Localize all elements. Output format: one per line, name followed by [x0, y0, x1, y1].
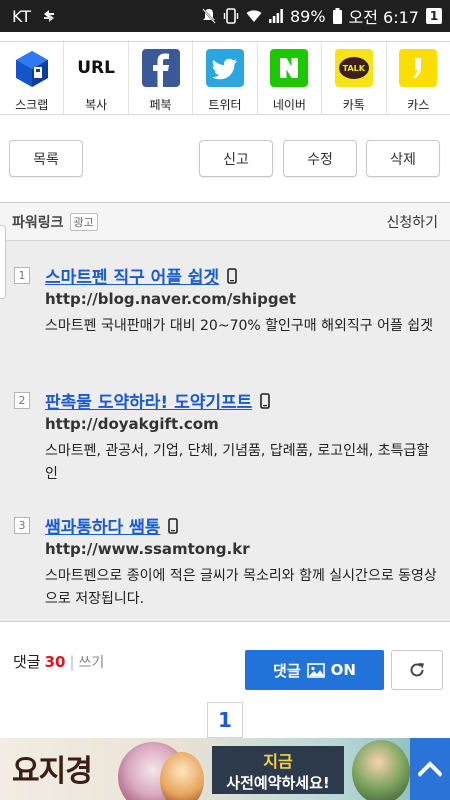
- sync-icon: [41, 8, 57, 24]
- mobile-icon: [227, 267, 237, 284]
- ad-title-link[interactable]: 스마트펜 직구 어플 쉽겟: [45, 263, 237, 288]
- report-button[interactable]: 신고: [199, 140, 273, 177]
- kakaostory-icon: [399, 49, 438, 87]
- ad-description: 스마트펜 국내판매가 대비 20~70% 할인구매 해외직구 어플 쉽겟: [45, 318, 434, 334]
- comment-label: 댓글: [13, 653, 41, 671]
- kakaotalk-logo-text: TALK: [338, 57, 369, 79]
- ad-title-text: 판촉물 도약하라! 도약기프트: [45, 393, 253, 413]
- share-url-copy[interactable]: URL 복사: [64, 42, 129, 114]
- powerlink-title: 파워링크: [12, 214, 64, 231]
- banner-line2: 사전예약하세요!: [226, 773, 330, 792]
- share-bar: 스크랩 URL 복사 페북 트위터 네이버 TALK 카톡 카스: [0, 41, 450, 115]
- notification-badge: 1: [426, 8, 442, 24]
- share-naver[interactable]: 네이버: [258, 42, 323, 114]
- share-facebook[interactable]: 페북: [129, 42, 194, 114]
- ad-title-link[interactable]: 판촉물 도약하라! 도약기프트: [45, 388, 271, 413]
- share-label: 페북: [149, 98, 172, 112]
- banner-logo: 요지경: [12, 754, 93, 789]
- clock: 오전 6:17: [348, 8, 419, 27]
- share-label: 네이버: [272, 98, 306, 112]
- ad-title-text: 스마트펜 직구 어플 쉽겟: [45, 268, 220, 288]
- share-label: 카스: [407, 98, 430, 112]
- ad-title-link[interactable]: 쌤과통하다 쌤통: [45, 513, 179, 538]
- ad-title-text: 쌤과통하다 쌤통: [45, 518, 161, 538]
- share-label: 복사: [85, 98, 108, 112]
- delete-button[interactable]: 삭제: [366, 140, 440, 177]
- mute-icon: [202, 8, 216, 24]
- battery-icon: [332, 8, 342, 24]
- page-number-current[interactable]: 1: [207, 702, 243, 738]
- scroll-top-button[interactable]: [410, 738, 450, 800]
- separator: |: [69, 652, 75, 671]
- ad-url: http://doyakgift.com: [45, 415, 219, 433]
- mobile-icon: [168, 517, 179, 534]
- character-illustration: [352, 740, 410, 800]
- powerlink-header: 파워링크 광고 신청하기: [0, 203, 450, 241]
- ad-url: http://blog.naver.com/shipget: [45, 290, 296, 308]
- comment-button-label: 댓글: [273, 661, 301, 680]
- powerlink-ad-box: 파워링크 광고 신청하기 1 스마트펜 직구 어플 쉽겟 http://blog…: [0, 202, 450, 622]
- ad-url: http://www.ssamtong.kr: [45, 540, 250, 558]
- battery-percent: 89%: [289, 6, 326, 26]
- ad-tag: 광고: [69, 212, 98, 231]
- comment-toggle-button[interactable]: 댓글 ON: [245, 650, 384, 690]
- game-banner-ad[interactable]: 요지경 지금 사전예약하세요!: [0, 738, 450, 800]
- list-button[interactable]: 목록: [9, 140, 83, 177]
- status-bar: KT 89% 오전 6:17 1: [0, 0, 450, 32]
- share-kakaostory[interactable]: 카스: [387, 42, 450, 114]
- chevron-up-icon: [418, 761, 442, 777]
- ad-description: 스마트펜, 관공서, 기업, 단체, 기념품, 답례품, 로고인쇄, 초특급할인: [45, 443, 430, 482]
- refresh-button[interactable]: [391, 650, 443, 690]
- url-icon: URL: [77, 49, 115, 87]
- share-kakaotalk[interactable]: TALK 카톡: [322, 42, 387, 114]
- share-label: 스크랩: [15, 98, 49, 112]
- ad-number: 1: [14, 267, 30, 284]
- wifi-icon: [246, 9, 262, 23]
- comment-summary: 댓글 30 | 쓰기: [13, 651, 104, 672]
- signal-icon: [268, 9, 283, 23]
- ad-number: 2: [14, 392, 30, 409]
- character-illustration: [160, 752, 204, 800]
- banner-line1: 지금: [263, 751, 293, 771]
- share-scrap[interactable]: 스크랩: [0, 42, 65, 114]
- kakaotalk-icon: TALK: [334, 49, 373, 87]
- ad-number: 3: [14, 517, 30, 534]
- share-twitter[interactable]: 트위터: [193, 42, 258, 114]
- url-logo-text: URL: [77, 58, 115, 78]
- share-label: 트위터: [208, 98, 242, 112]
- scrap-icon: [13, 49, 51, 87]
- ad-description: 스마트펜으로 종이에 적은 글씨가 목소리와 함께 실시간으로 동영상으로 저장…: [45, 568, 437, 607]
- banner-cta: 지금 사전예약하세요!: [212, 746, 344, 794]
- facebook-icon: [141, 49, 180, 87]
- image-icon: [306, 662, 325, 678]
- comment-button-on: ON: [330, 661, 356, 679]
- twitter-icon: [205, 49, 244, 87]
- edit-button[interactable]: 수정: [283, 140, 357, 177]
- write-comment-link[interactable]: 쓰기: [79, 652, 105, 672]
- share-label: 카톡: [342, 98, 365, 112]
- naver-icon: [270, 49, 309, 87]
- vibrate-icon: [223, 8, 239, 24]
- apply-link[interactable]: 신청하기: [386, 212, 438, 232]
- mobile-icon: [260, 392, 271, 409]
- refresh-icon: [408, 661, 426, 679]
- carrier-label: KT: [12, 6, 32, 26]
- comment-count: 30: [44, 652, 66, 671]
- side-handle[interactable]: [0, 225, 6, 299]
